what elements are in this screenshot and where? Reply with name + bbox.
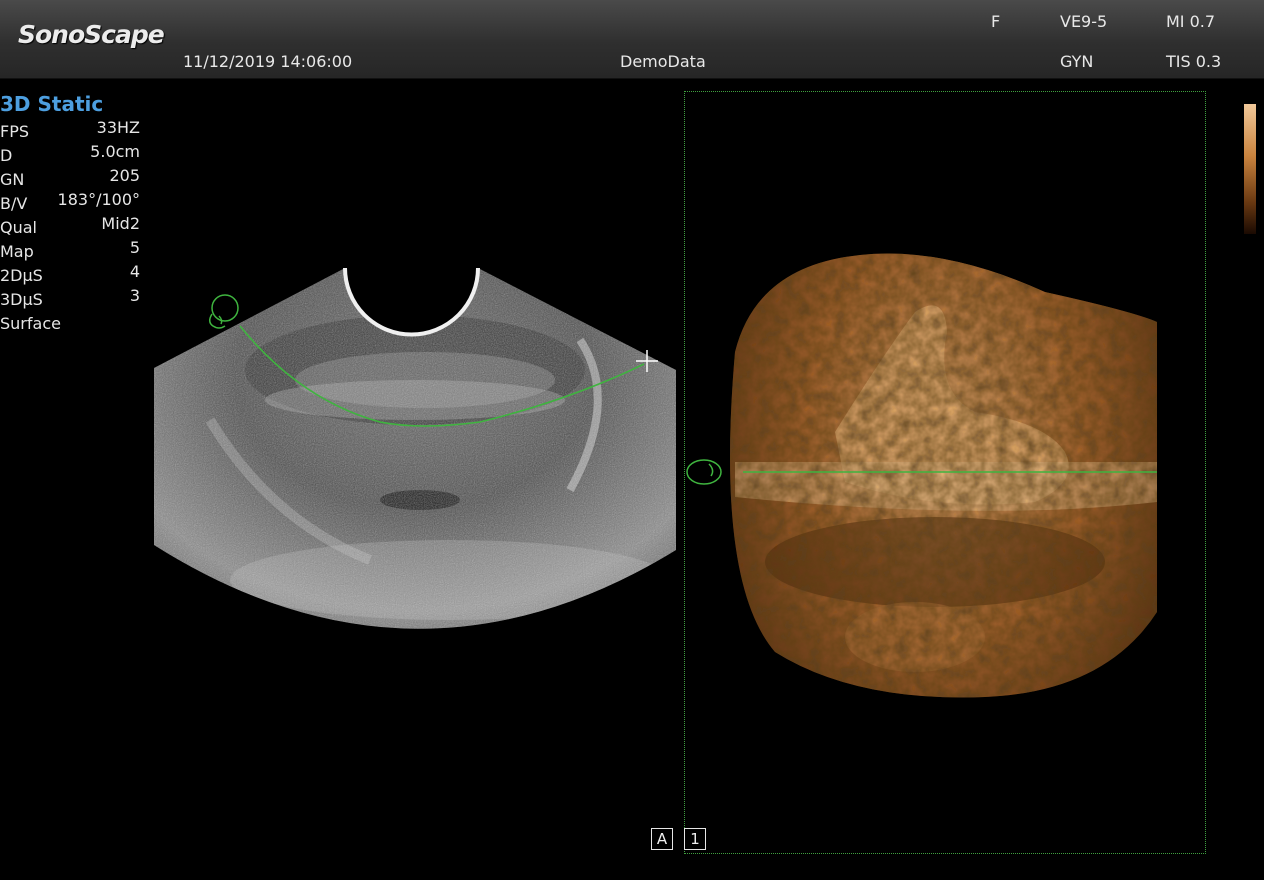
mechanical-index: MI 0.7 <box>1166 12 1216 31</box>
param-value: 3 <box>129 286 140 305</box>
param-key: 3DμS <box>0 290 43 309</box>
layout-button-a[interactable]: A <box>651 828 673 850</box>
brand-logo: SonoScape <box>18 20 165 49</box>
param-row: B/V 183°/100° <box>0 190 140 214</box>
patient-name: DemoData <box>620 52 706 71</box>
render-colorbar <box>1244 104 1256 234</box>
thermal-index: TIS 0.3 <box>1166 52 1222 71</box>
param-value: 5 <box>129 238 140 257</box>
param-key: B/V <box>0 194 28 213</box>
volume-render-image <box>686 253 1157 698</box>
param-row: Surface <box>0 310 140 334</box>
param-key: FPS <box>0 122 30 141</box>
exam-datetime: 11/12/2019 14:06:00 <box>183 52 353 71</box>
param-value: 183°/100° <box>57 190 140 209</box>
b-mode-sector <box>154 267 676 629</box>
param-row: FPS 33HZ <box>0 118 140 142</box>
param-key: 2DμS <box>0 266 43 285</box>
volume-render-panel[interactable] <box>684 91 1206 854</box>
param-key: D <box>0 146 13 165</box>
param-row: Qual Mid2 <box>0 214 140 238</box>
param-value: 205 <box>109 166 140 185</box>
param-row: 3DμS 3 <box>0 286 140 310</box>
imaging-mode-title: 3D Static <box>0 92 104 116</box>
param-value: 4 <box>129 262 140 281</box>
param-value: 33HZ <box>96 118 140 137</box>
parameter-list: FPS 33HZ D 5.0cm GN 205 B/V 183°/100° Qual Mi… <box>0 118 140 334</box>
param-value: Mid2 <box>101 214 140 233</box>
layout-button-1[interactable]: 1 <box>684 828 706 850</box>
b-mode-image-panel[interactable] <box>150 260 680 650</box>
param-row: 2DμS 4 <box>0 262 140 286</box>
param-row: GN 205 <box>0 166 140 190</box>
fetus-head-icon <box>686 459 722 485</box>
param-key: Qual <box>0 218 37 237</box>
param-key: Map <box>0 242 34 261</box>
param-value: 5.0cm <box>90 142 140 161</box>
param-key: Surface <box>0 314 61 333</box>
preset-flag: F <box>991 12 1001 31</box>
param-key: GN <box>0 170 25 189</box>
param-row: D 5.0cm <box>0 142 140 166</box>
exam-type: GYN <box>1060 52 1094 71</box>
fetus-head-icon <box>209 294 239 329</box>
param-row: Map 5 <box>0 238 140 262</box>
probe-name: VE9-5 <box>1060 12 1108 31</box>
top-status-bar: SonoScape 11/12/2019 14:06:00 DemoData F… <box>0 0 1264 79</box>
